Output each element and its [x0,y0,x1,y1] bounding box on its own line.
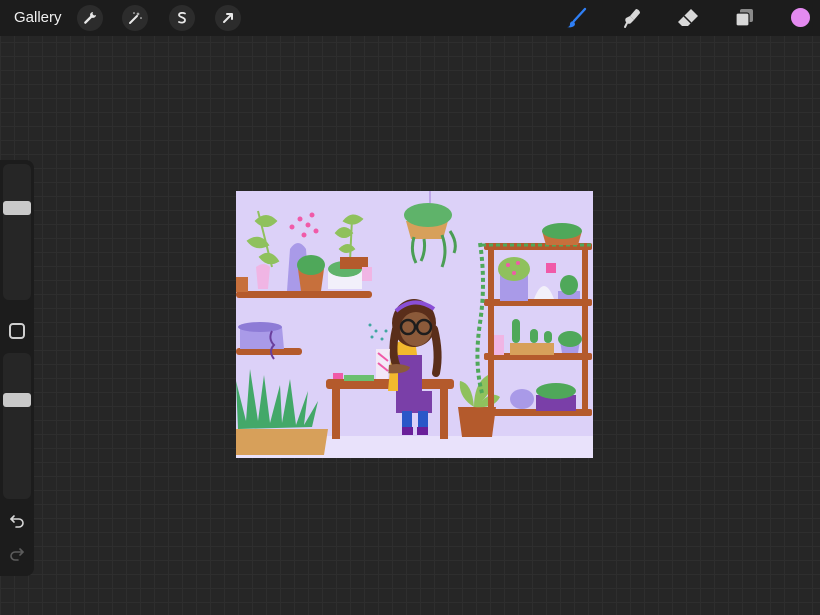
selection-s-icon [178,11,186,24]
redo-icon [10,548,24,561]
brush-size-slider[interactable] [3,164,31,300]
layers-icon [735,9,753,27]
sidebar [0,160,34,576]
artwork-illustration [236,191,593,458]
selection-button[interactable] [169,5,195,31]
modify-button[interactable] [9,323,25,339]
redo-button[interactable] [8,544,26,562]
brush-tool-button[interactable] [564,5,590,31]
wrench-icon [84,12,96,24]
eraser-icon [678,9,698,26]
actions-button[interactable] [77,5,103,31]
opacity-thumb[interactable] [3,393,31,407]
magic-wand-icon [129,12,142,24]
smudge-icon [624,9,640,28]
adjustments-button[interactable] [122,5,148,31]
smudge-tool-button[interactable] [620,5,646,31]
drawing-canvas[interactable] [236,191,593,458]
undo-icon [10,515,24,528]
undo-button[interactable] [8,511,26,529]
transform-button[interactable] [215,5,241,31]
top-toolbar: Gallery [0,0,820,36]
layers-button[interactable] [731,5,757,31]
brush-icon [567,7,587,28]
transform-arrow-icon [223,13,233,23]
color-picker-button[interactable] [789,6,812,29]
opacity-slider[interactable] [3,353,31,499]
brush-size-thumb[interactable] [3,201,31,215]
gallery-button[interactable]: Gallery [14,9,62,26]
eraser-tool-button[interactable] [675,5,701,31]
